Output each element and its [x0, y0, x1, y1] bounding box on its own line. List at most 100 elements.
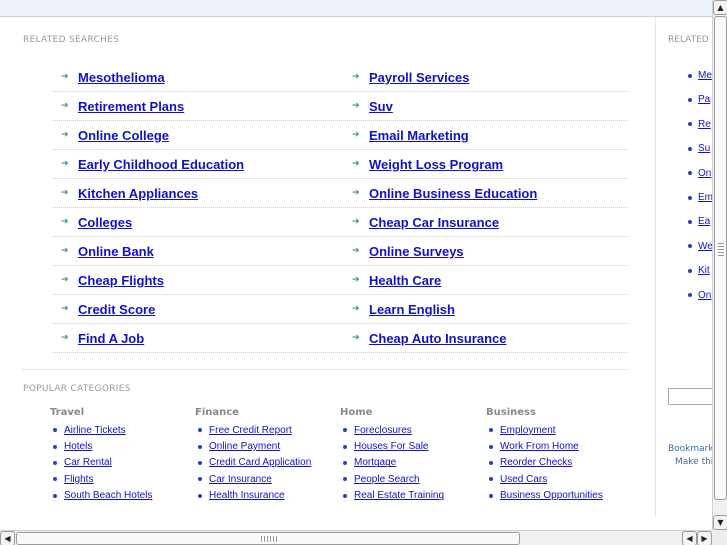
related-search-item[interactable]: ➔ Retirement Plans: [61, 92, 184, 121]
related-search-link[interactable]: Payroll Services: [369, 70, 469, 85]
sidebar-link[interactable]: Re: [698, 119, 711, 130]
related-search-link[interactable]: Colleges: [78, 215, 132, 230]
sidebar-link[interactable]: On: [698, 290, 711, 301]
category-link[interactable]: Flights: [64, 474, 93, 485]
category-item[interactable]: People Search: [343, 471, 480, 487]
category-link[interactable]: Employment: [500, 425, 556, 436]
related-search-item[interactable]: ➔ Kitchen Appliances: [61, 179, 198, 208]
related-search-link[interactable]: Mesothelioma: [78, 70, 165, 85]
category-link[interactable]: Car Insurance: [209, 474, 272, 485]
category-link[interactable]: People Search: [354, 474, 420, 485]
related-search-link[interactable]: Learn English: [369, 302, 455, 317]
sidebar-item[interactable]: Me: [688, 70, 712, 81]
related-search-item[interactable]: ➔ Credit Score: [61, 295, 155, 324]
make-homepage-text[interactable]: Make thi: [675, 457, 712, 467]
scroll-up-button[interactable]: ▲: [713, 0, 727, 15]
related-search-item[interactable]: ➔ Online Bank: [61, 237, 154, 266]
category-link[interactable]: Health Insurance: [209, 490, 285, 501]
related-search-link[interactable]: Email Marketing: [369, 128, 469, 143]
category-link[interactable]: Houses For Sale: [354, 441, 428, 452]
category-item[interactable]: Flights: [53, 471, 190, 487]
category-item[interactable]: Work From Home: [489, 438, 626, 454]
related-search-item[interactable]: ➔ Weight Loss Program: [352, 150, 503, 179]
related-search-item[interactable]: ➔ Cheap Car Insurance: [352, 208, 499, 237]
category-link[interactable]: Hotels: [64, 441, 92, 452]
category-item[interactable]: Credit Card Application: [198, 455, 335, 471]
related-search-item[interactable]: ➔ Cheap Auto Insurance: [352, 324, 506, 353]
category-link[interactable]: Used Cars: [500, 474, 547, 485]
related-search-item[interactable]: ➔ Online Surveys: [352, 237, 464, 266]
category-link[interactable]: Foreclosures: [354, 425, 412, 436]
related-search-link[interactable]: Cheap Car Insurance: [369, 215, 499, 230]
related-search-link[interactable]: Weight Loss Program: [369, 157, 503, 172]
category-item[interactable]: Health Insurance: [198, 488, 335, 504]
category-item[interactable]: South Beach Hotels: [53, 488, 190, 504]
related-search-item[interactable]: ➔ Mesothelioma: [61, 63, 165, 92]
sidebar-item[interactable]: Re: [688, 119, 711, 130]
category-item[interactable]: Mortgage: [343, 455, 480, 471]
related-search-item[interactable]: ➔ Online College: [61, 121, 169, 150]
category-link[interactable]: Mortgage: [354, 457, 396, 468]
vertical-scrollbar[interactable]: ▲ ▼: [712, 0, 727, 530]
related-search-item[interactable]: ➔ Early Childhood Education: [61, 150, 244, 179]
related-search-item[interactable]: ➔ Email Marketing: [352, 121, 469, 150]
sidebar-item[interactable]: Kit: [688, 265, 710, 276]
category-link[interactable]: South Beach Hotels: [64, 490, 152, 501]
scroll-left-button-2[interactable]: ◀: [682, 531, 697, 545]
category-item[interactable]: Foreclosures: [343, 422, 480, 438]
related-search-link[interactable]: Health Care: [369, 273, 441, 288]
related-search-link[interactable]: Retirement Plans: [78, 99, 184, 114]
horizontal-scrollbar[interactable]: ◀ ◀ ▶: [0, 530, 712, 545]
related-search-item[interactable]: ➔ Health Care: [352, 266, 441, 295]
category-link[interactable]: Credit Card Application: [209, 457, 311, 468]
category-item[interactable]: Online Payment: [198, 438, 335, 454]
sidebar-link[interactable]: Pa: [698, 94, 710, 105]
related-search-link[interactable]: Online Bank: [78, 244, 154, 259]
sidebar-item[interactable]: On: [688, 290, 711, 301]
related-search-link[interactable]: Early Childhood Education: [78, 157, 244, 172]
category-link[interactable]: Free Credit Report: [209, 425, 292, 436]
related-search-link[interactable]: Cheap Auto Insurance: [369, 331, 506, 346]
category-item[interactable]: Free Credit Report: [198, 422, 335, 438]
horizontal-scroll-thumb[interactable]: [16, 532, 520, 545]
category-item[interactable]: Airline Tickets: [53, 422, 190, 438]
related-search-item[interactable]: ➔ Learn English: [352, 295, 455, 324]
sidebar-item[interactable]: Pa: [688, 94, 710, 105]
category-link[interactable]: Business Opportunities: [500, 490, 603, 501]
related-search-item[interactable]: ➔ Online Business Education: [352, 179, 537, 208]
sidebar-item[interactable]: Ea: [688, 216, 710, 227]
sidebar-link[interactable]: Su: [698, 143, 710, 154]
sidebar-item[interactable]: We: [688, 241, 712, 252]
category-item[interactable]: Business Opportunities: [489, 488, 626, 504]
related-search-link[interactable]: Suv: [369, 99, 393, 114]
related-search-item[interactable]: ➔ Payroll Services: [352, 63, 469, 92]
category-item[interactable]: Reorder Checks: [489, 455, 626, 471]
category-item[interactable]: Hotels: [53, 438, 190, 454]
bookmark-text[interactable]: Bookmark: [668, 444, 712, 454]
sidebar-item[interactable]: On: [688, 168, 711, 179]
sidebar-link[interactable]: On: [698, 168, 711, 179]
related-search-item[interactable]: ➔ Colleges: [61, 208, 132, 237]
related-search-link[interactable]: Cheap Flights: [78, 273, 164, 288]
related-search-link[interactable]: Online Surveys: [369, 244, 464, 259]
related-search-item[interactable]: ➔ Find A Job: [61, 324, 144, 353]
scroll-left-button[interactable]: ◀: [0, 531, 15, 545]
category-item[interactable]: Employment: [489, 422, 626, 438]
related-search-item[interactable]: ➔ Cheap Flights: [61, 266, 164, 295]
related-search-link[interactable]: Find A Job: [78, 331, 144, 346]
scroll-right-button[interactable]: ▶: [697, 531, 712, 545]
sidebar-item[interactable]: Em: [688, 192, 712, 203]
category-item[interactable]: Houses For Sale: [343, 438, 480, 454]
category-link[interactable]: Work From Home: [500, 441, 579, 452]
related-search-link[interactable]: Kitchen Appliances: [78, 186, 198, 201]
category-link[interactable]: Car Rental: [64, 457, 112, 468]
sidebar-link[interactable]: Ea: [698, 216, 710, 227]
vertical-scroll-thumb[interactable]: [714, 16, 727, 500]
category-item[interactable]: Car Rental: [53, 455, 190, 471]
related-search-link[interactable]: Credit Score: [78, 302, 155, 317]
category-link[interactable]: Real Estate Training: [354, 490, 444, 501]
category-link[interactable]: Airline Tickets: [64, 425, 126, 436]
category-link[interactable]: Reorder Checks: [500, 457, 572, 468]
related-search-item[interactable]: ➔ Suv: [352, 92, 393, 121]
sidebar-link[interactable]: Em: [698, 192, 712, 203]
